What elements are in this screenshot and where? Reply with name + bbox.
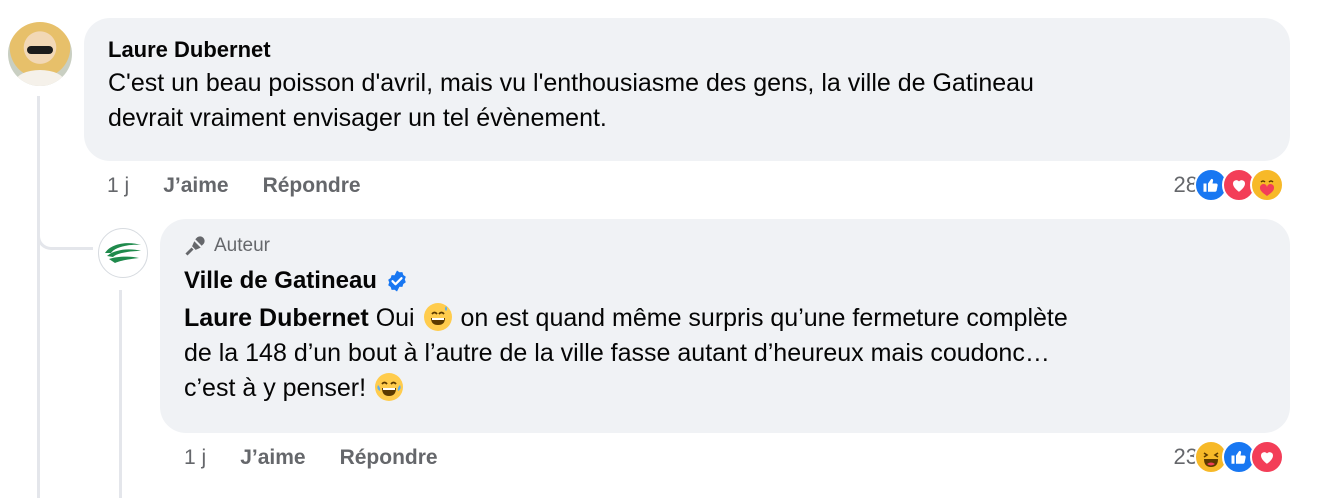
grinning-sweat-emoji-icon xyxy=(423,303,452,331)
comment-timestamp[interactable]: 1 j xyxy=(107,174,129,198)
author-badge-label: Auteur xyxy=(214,235,270,256)
reply-timestamp[interactable]: 1 j xyxy=(184,446,206,470)
gatineau-logo-icon xyxy=(105,243,141,263)
author-badge: Auteur xyxy=(184,233,1266,259)
microphone-icon xyxy=(185,236,205,256)
care-reaction-icon xyxy=(1250,168,1284,202)
verified-badge-icon xyxy=(388,270,406,292)
reply-button[interactable]: Répondre xyxy=(263,174,361,198)
comment-bubble: Laure Dubernet C'est un beau poisson d'a… xyxy=(84,18,1290,161)
reply-actions: 1 j J’aime Répondre xyxy=(184,446,438,470)
mention-link[interactable]: Laure Dubernet xyxy=(184,304,369,332)
avatar-laure-dubernet[interactable] xyxy=(8,22,72,86)
reply-text-segment: Oui xyxy=(368,304,422,332)
reply-connector xyxy=(37,196,93,250)
like-button[interactable]: J’aime xyxy=(163,174,228,198)
reply-text-segment: c’est à y penser! xyxy=(184,374,373,402)
reply-text-line: c’est à y penser! xyxy=(184,371,1266,406)
reply-text-line: Laure Dubernet Oui on est quand même sur… xyxy=(184,301,1266,336)
reply-text-line: de la 148 d’un bout à l’autre de la vill… xyxy=(184,339,1050,367)
reply-text-segment: on est quand même surpris qu’une fermetu… xyxy=(453,304,1068,332)
like-button[interactable]: J’aime xyxy=(240,446,305,470)
love-reaction-icon xyxy=(1250,440,1284,474)
thread-line xyxy=(37,96,40,498)
comment-text: C'est un beau poisson d'avril, mais vu l… xyxy=(108,66,1266,136)
reply-button[interactable]: Répondre xyxy=(340,446,438,470)
comment-text-line: devrait vraiment envisager un tel évènem… xyxy=(108,104,607,132)
reaction-summary[interactable]: 23 xyxy=(1174,440,1284,474)
avatar-ville-de-gatineau[interactable] xyxy=(98,228,148,278)
comment-text-line: C'est un beau poisson d'avril, mais vu l… xyxy=(108,69,1034,97)
comment-author-name[interactable]: Laure Dubernet xyxy=(108,36,271,64)
reply-bubble: Auteur Ville de Gatineau Laure Dubernet … xyxy=(160,219,1290,433)
reaction-summary[interactable]: 28 xyxy=(1174,168,1284,202)
tears-of-joy-emoji-icon xyxy=(374,373,403,401)
avatar-sunglasses xyxy=(27,46,53,54)
comment-actions: 1 j J’aime Répondre xyxy=(107,174,361,198)
avatar-shirt xyxy=(16,70,64,86)
thread-line-reply xyxy=(119,290,122,498)
reply-text: Laure Dubernet Oui on est quand même sur… xyxy=(184,301,1266,406)
reply-author-name[interactable]: Ville de Gatineau xyxy=(184,267,377,295)
reply-author-row: Ville de Gatineau xyxy=(184,267,1266,295)
